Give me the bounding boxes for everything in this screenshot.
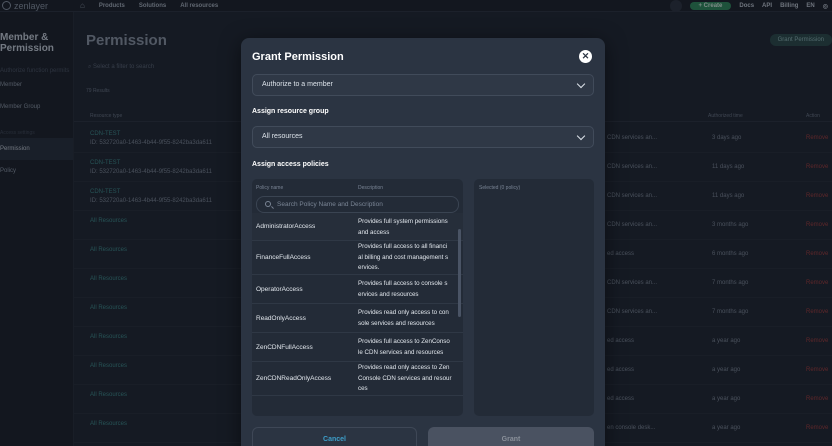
policy-list-panel: Policy name Description Search Policy Na… (252, 179, 463, 416)
policy-row[interactable]: OperatorAccess Provides full access to co… (252, 275, 463, 304)
modal-title: Grant Permission (252, 51, 344, 63)
close-icon[interactable]: ✕ (579, 50, 592, 63)
policy-list-header: Policy name Description (252, 179, 463, 196)
policy-description: Provides read only access to Zen Console … (358, 364, 452, 392)
policy-name: OperatorAccess (256, 286, 303, 293)
chevron-down-icon (576, 79, 586, 89)
resource-group-label: Assign resource group (252, 108, 329, 115)
policy-description: Provides full access to ZenConso le CDN s… (358, 338, 450, 356)
selected-policies-panel: Selected (0 policy) (474, 179, 594, 416)
policy-search-input[interactable]: Search Policy Name and Description (256, 196, 459, 213)
policy-name: ZenCDNFullAccess (256, 344, 313, 351)
chevron-down-icon (576, 131, 586, 141)
policy-name: ReadOnlyAccess (256, 315, 306, 322)
policy-description: Provides read only access to con sole ser… (358, 309, 449, 327)
grant-permission-modal: Grant Permission ✕ Authorize to a member… (241, 38, 605, 446)
policy-row[interactable]: FinanceFullAccess Provides full access to… (252, 241, 463, 275)
policy-scrollbar[interactable] (458, 229, 461, 317)
search-icon (265, 201, 271, 207)
policy-row[interactable]: ReadOnlyAccess Provides read only access … (252, 304, 463, 333)
policy-row[interactable]: ZenCDNFullAccess Provides full access to … (252, 333, 463, 362)
policy-rows: AdministratorAccess Provides full system … (252, 213, 463, 396)
policy-description: Provides full access to all financi al bi… (358, 243, 449, 271)
policy-name: ZenCDNReadOnlyAccess (256, 375, 332, 382)
policy-description: Provides full system permissions and acce… (358, 218, 448, 236)
policy-row[interactable]: ZenCDNReadOnlyAccess Provides read only a… (252, 362, 463, 396)
selected-policies-label: Selected (0 policy) (479, 185, 521, 191)
policy-name: FinanceFullAccess (256, 254, 311, 261)
cancel-button[interactable]: Cancel (252, 427, 417, 446)
policy-name: AdministratorAccess (256, 223, 316, 230)
policy-description-column: Description (358, 185, 384, 191)
resource-group-select[interactable]: All resources (252, 126, 594, 148)
grant-button[interactable]: Grant (428, 427, 594, 446)
policy-description: Provides full access to console s ervices… (358, 280, 448, 298)
access-policies-label: Assign access policies (252, 161, 329, 168)
policy-name-column: Policy name (256, 185, 284, 191)
authorize-select[interactable]: Authorize to a member (252, 74, 594, 96)
policy-row[interactable]: AdministratorAccess Provides full system … (252, 213, 463, 241)
